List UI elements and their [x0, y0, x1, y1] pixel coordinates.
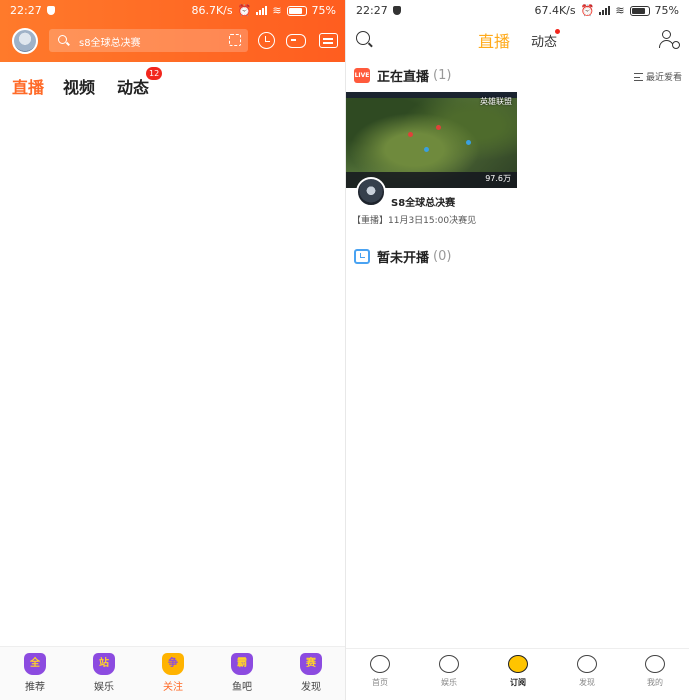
network-speed: 67.4K/s [534, 4, 576, 17]
alarm-icon: ⏰ [237, 4, 252, 17]
search-placeholder: s8全球总决赛 [79, 38, 141, 49]
alarm-icon: ⏰ [580, 4, 595, 17]
nav-label: 娱乐 [94, 682, 114, 693]
nav-label: 发现 [579, 678, 595, 687]
content-tabs: 直播 视频 动态 12 [0, 62, 346, 102]
signal-icon [256, 6, 268, 15]
bottom-nav: 全 推荐 站 娱乐 争 关注 霸 鱼吧 赛 发现 [0, 646, 346, 700]
nav-follow[interactable]: 争 关注 [153, 653, 193, 693]
shield-icon [47, 6, 55, 15]
avatar[interactable] [12, 28, 38, 54]
recommend-icon: 全 [24, 653, 46, 675]
nav-label: 发现 [301, 682, 321, 693]
shield-icon [393, 6, 401, 15]
entertainment-icon: 站 [93, 653, 115, 675]
left-screen: 22:27 86.7K/s ⏰ ≋ 75% s8全球总决赛 直播 视频 动态 1… [0, 0, 346, 700]
nav-label: 订阅 [510, 678, 526, 687]
signal-icon [599, 6, 611, 15]
section-count: (1) [433, 68, 452, 83]
gamepad-icon[interactable] [286, 34, 306, 48]
nav-recommend[interactable]: 全 推荐 [15, 653, 55, 693]
right-screen: 22:27 67.4K/s ⏰ ≋ 75% 直播 动态 LIVE 正在直播 (1… [346, 0, 689, 700]
scan-icon[interactable] [229, 34, 241, 46]
discover-icon: 赛 [300, 653, 322, 675]
nav-label: 鱼吧 [232, 682, 252, 693]
sort-icon [633, 72, 643, 81]
calendar-icon [354, 249, 370, 264]
stream-subtitle: 【重播】11月3日15:00决赛见 [352, 216, 477, 226]
nav-entertainment[interactable]: 娱乐 [429, 655, 469, 688]
nav-label: 我的 [647, 678, 663, 687]
nav-discover[interactable]: 发现 [567, 655, 607, 688]
status-bar: 22:27 67.4K/s ⏰ ≋ 75% [346, 0, 689, 22]
nav-label: 首页 [372, 678, 388, 687]
battery-icon [629, 5, 650, 16]
bottom-nav: 首页 娱乐 订阅 发现 我的 [346, 648, 689, 700]
nav-fishbar[interactable]: 霸 鱼吧 [222, 653, 262, 693]
nav-subscribe[interactable]: 订阅 [498, 655, 538, 688]
stream-title[interactable]: S8全球总决赛 [391, 194, 455, 209]
nav-label: 关注 [163, 682, 183, 693]
heart-icon [508, 655, 528, 673]
unread-dot [555, 29, 560, 34]
tab-feed[interactable]: 动态 [117, 74, 149, 98]
home-icon [370, 655, 390, 673]
search-icon[interactable] [356, 31, 370, 45]
fishbar-icon: 霸 [231, 653, 253, 675]
status-time: 22:27 [10, 4, 42, 17]
battery-percent: 75% [311, 4, 336, 17]
battery-percent: 75% [654, 4, 679, 17]
tab-live[interactable]: 直播 [12, 74, 44, 98]
top-header: 22:27 86.7K/s ⏰ ≋ 75% s8全球总决赛 [0, 0, 346, 62]
search-input[interactable]: s8全球总决赛 [49, 29, 248, 52]
nav-home[interactable]: 首页 [360, 655, 400, 688]
nav-discover[interactable]: 赛 发现 [291, 653, 331, 693]
stream-thumbnail[interactable]: 英雄联盟 97.6万 [346, 92, 517, 188]
nav-label: 推荐 [25, 682, 45, 693]
battery-icon [286, 5, 307, 16]
planet-icon [577, 655, 597, 673]
game-tag: 英雄联盟 [480, 97, 512, 106]
status-time: 22:27 [356, 4, 388, 17]
search-icon [58, 35, 67, 44]
section-count: (0) [433, 249, 452, 264]
tab-feed[interactable]: 动态 [531, 31, 557, 50]
tab-live[interactable]: 直播 [478, 28, 510, 52]
history-icon[interactable] [258, 32, 275, 49]
wifi-icon: ≋ [272, 4, 282, 17]
entertainment-icon [439, 655, 459, 673]
sort-label: 最近爱看 [645, 73, 682, 83]
message-icon[interactable] [319, 33, 338, 48]
section-title: 暂未开播 [377, 251, 430, 266]
sort-button[interactable]: 最近爱看 [633, 70, 682, 83]
streamer-avatar[interactable] [356, 177, 386, 207]
wifi-icon: ≋ [615, 4, 625, 17]
status-bar: 22:27 86.7K/s ⏰ ≋ 75% [0, 0, 346, 22]
nav-label: 娱乐 [441, 678, 457, 687]
live-icon: LIVE [354, 68, 370, 83]
smiley-icon [645, 655, 665, 673]
nav-entertainment[interactable]: 站 娱乐 [84, 653, 124, 693]
viewer-count: 97.6万 [485, 174, 511, 183]
top-bar: 直播 动态 [346, 22, 689, 58]
live-section-header: LIVE 正在直播 (1) [354, 66, 451, 85]
tab-video[interactable]: 视频 [63, 74, 95, 98]
notification-badge: 12 [146, 67, 163, 80]
section-title: 正在直播 [377, 70, 430, 85]
nav-profile[interactable]: 我的 [635, 655, 675, 688]
follow-icon: 争 [162, 653, 184, 675]
network-speed: 86.7K/s [191, 4, 233, 17]
offline-section-header: 暂未开播 (0) [354, 247, 451, 266]
user-settings-icon[interactable] [659, 30, 680, 49]
